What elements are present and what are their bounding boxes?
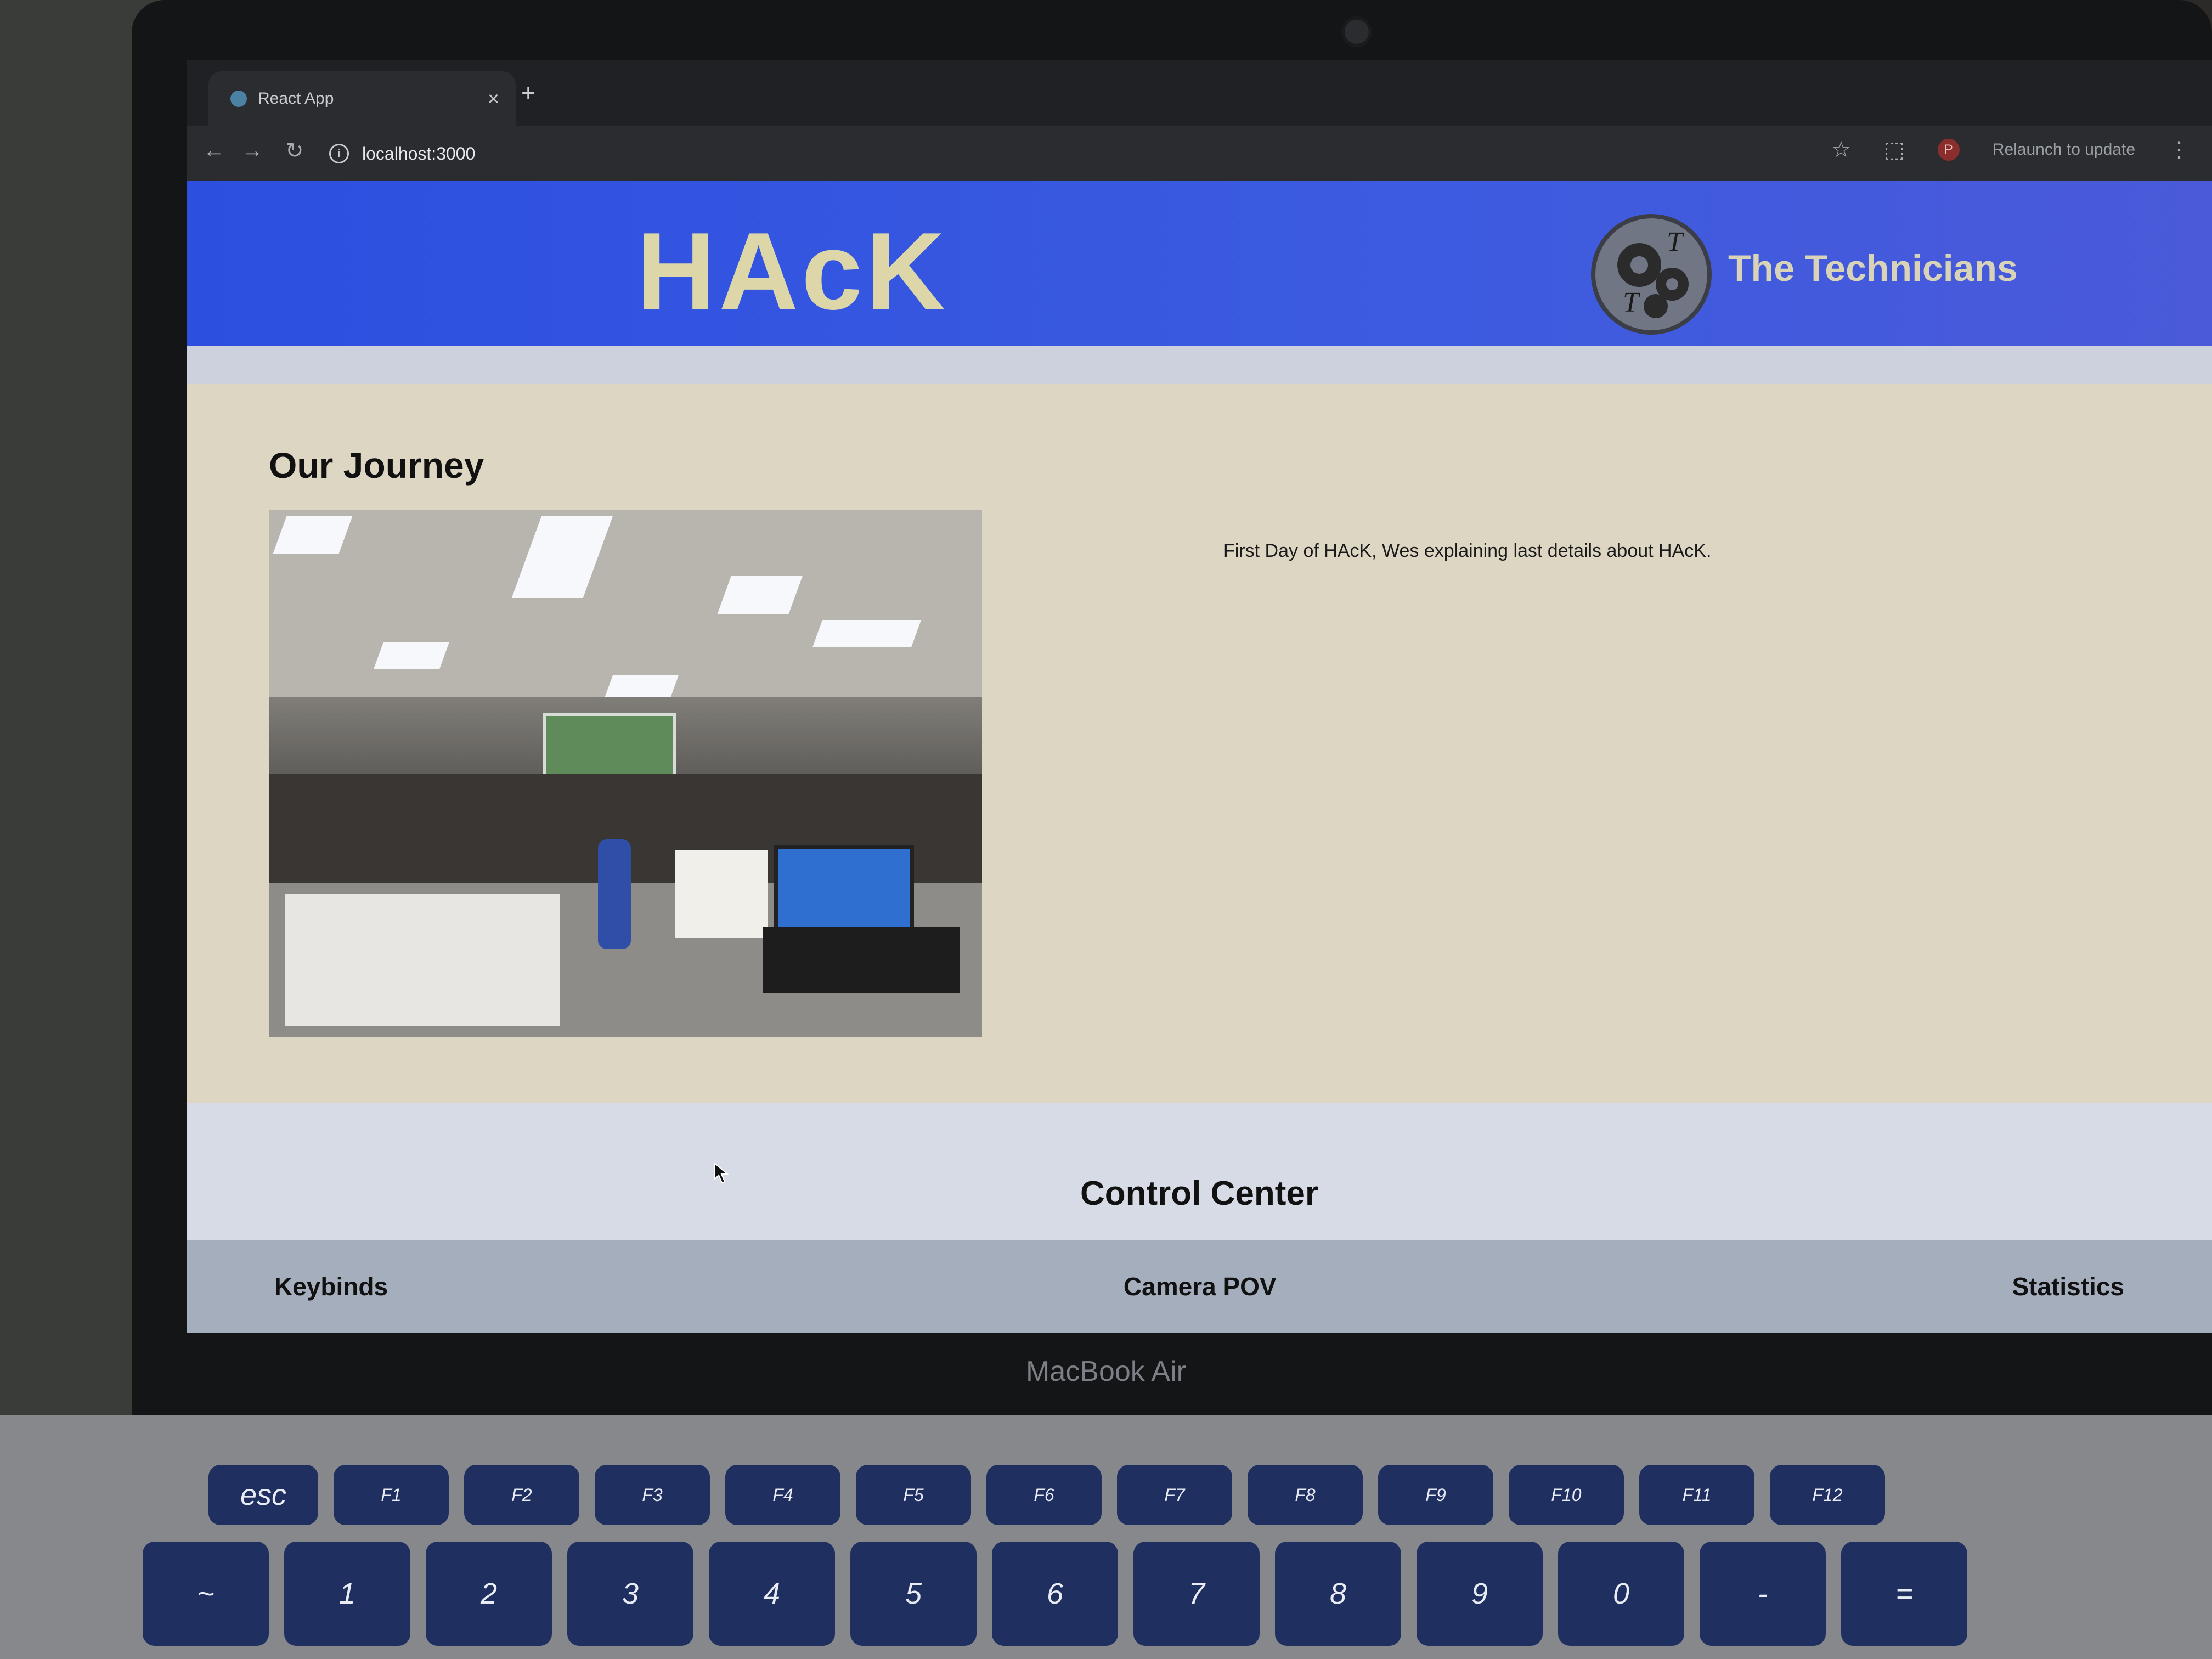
key-f7: F7 [1117, 1465, 1232, 1525]
key-1: 1 [284, 1542, 410, 1646]
key-6: 6 [992, 1542, 1118, 1646]
key-f9: F9 [1378, 1465, 1493, 1525]
keyboard-deck: esc F1 F2 F3 F4 F5 F6 F7 F8 F9 F10 F11 F… [0, 1415, 2212, 1659]
header-divider [187, 346, 2212, 384]
key-9: 9 [1417, 1542, 1543, 1646]
new-tab-button[interactable]: + [521, 80, 535, 107]
key-esc: esc [208, 1465, 318, 1525]
url-text: localhost:3000 [362, 143, 476, 163]
key-7: 7 [1133, 1542, 1260, 1646]
tab-title: React App [258, 89, 334, 108]
key-f10: F10 [1509, 1465, 1624, 1525]
number-key-row: ~ 1 2 3 4 5 6 7 8 9 0 - = [143, 1542, 1967, 1646]
key-f5: F5 [856, 1465, 971, 1525]
key-f3: F3 [595, 1465, 710, 1525]
control-center-title: Control Center [1080, 1175, 1318, 1212]
tab-bar: React App × + [187, 60, 2212, 126]
browser-window: React App × + ← → ↻ i localhost:3000 ☆ ⬚… [187, 60, 2212, 1333]
forward-arrow-icon[interactable]: → [241, 138, 263, 163]
key-f12: F12 [1770, 1465, 1885, 1525]
profile-avatar[interactable]: P [1937, 139, 1960, 161]
extensions-icon[interactable]: ⬚ [1884, 137, 1905, 162]
key-8: 8 [1275, 1542, 1401, 1646]
tab-camera-pov[interactable]: Camera POV [1124, 1272, 1277, 1301]
key-f11: F11 [1639, 1465, 1754, 1525]
web-page: HAcK T T The Technicians Our Journey Fir… [187, 181, 2212, 1333]
browser-toolbar: ← → ↻ i localhost:3000 ☆ ⬚ P Relaunch to… [187, 126, 2212, 181]
team-name: The Technicians [1728, 247, 2018, 289]
key-tilde: ~ [143, 1542, 269, 1646]
key-f1: F1 [334, 1465, 449, 1525]
bookmark-star-icon[interactable]: ☆ [1831, 137, 1851, 162]
tab-keybinds[interactable]: Keybinds [274, 1272, 388, 1301]
key-4: 4 [709, 1542, 835, 1646]
site-header: HAcK T T The Technicians [187, 181, 2212, 346]
key-0: 0 [1558, 1542, 1684, 1646]
function-key-row: esc F1 F2 F3 F4 F5 F6 F7 F8 F9 F10 F11 F… [208, 1465, 1885, 1525]
key-3: 3 [567, 1542, 693, 1646]
menu-kebab-icon[interactable]: ⋮ [2168, 137, 2190, 162]
key-equals: = [1841, 1542, 1967, 1646]
toolbar-actions: ☆ ⬚ P Relaunch to update ⋮ [1831, 137, 2190, 162]
address-bar[interactable]: i localhost:3000 [329, 134, 1756, 173]
key-minus: - [1700, 1542, 1826, 1646]
brand-logo-text: HAcK [636, 210, 949, 332]
svg-text:T: T [1667, 227, 1684, 258]
browser-tab[interactable]: React App × [208, 71, 516, 126]
key-f8: F8 [1248, 1465, 1363, 1525]
back-arrow-icon[interactable]: ← [203, 138, 225, 163]
control-center-tabs: Keybinds Camera POV Statistics [187, 1240, 2212, 1333]
tab-close-icon[interactable]: × [488, 87, 499, 110]
svg-text:T: T [1623, 287, 1640, 318]
webcam [1341, 16, 1372, 47]
key-f2: F2 [464, 1465, 579, 1525]
react-favicon-icon [230, 91, 247, 107]
mouse-cursor-icon [714, 1162, 729, 1184]
classroom-photo [269, 510, 982, 1037]
key-2: 2 [426, 1542, 552, 1646]
tab-statistics[interactable]: Statistics [2012, 1272, 2124, 1301]
device-label: MacBook Air [1026, 1356, 1186, 1387]
key-f4: F4 [725, 1465, 840, 1525]
key-5: 5 [850, 1542, 977, 1646]
key-f6: F6 [986, 1465, 1102, 1525]
relaunch-button[interactable]: Relaunch to update [1993, 140, 2135, 159]
site-info-icon[interactable]: i [329, 144, 349, 163]
journey-title: Our Journey [269, 445, 484, 486]
reload-icon[interactable]: ↻ [285, 138, 304, 163]
gears-logo-icon: T T [1591, 214, 1712, 335]
photo-caption: First Day of HAcK, Wes explaining last d… [1223, 540, 1712, 561]
